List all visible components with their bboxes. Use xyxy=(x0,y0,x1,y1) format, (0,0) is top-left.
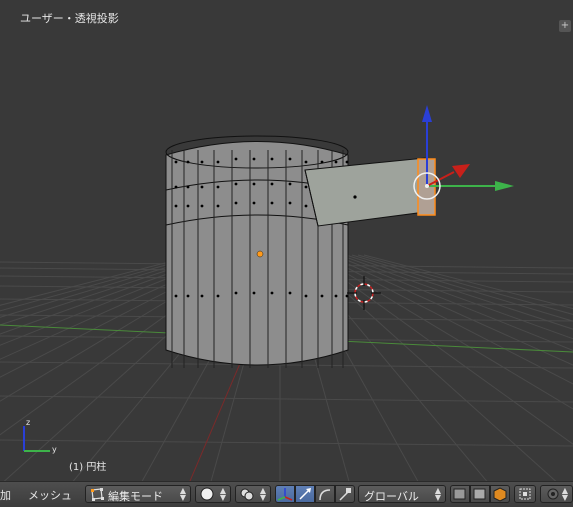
solid-shading-icon xyxy=(200,487,214,501)
pivot-point-selector[interactable]: ▲ ▼ xyxy=(235,485,271,503)
3d-viewport[interactable]: z y ユーザー・透視投影 + (1) 円柱 xyxy=(0,0,573,481)
chevron-updown-icon: ▲ ▼ xyxy=(434,486,441,502)
viewport-header: 加 メッシュ 編集モード ▲ ▼ ▲ ▼ ▲ ▼ グローバル ▲ ▼ ▲ ▼ xyxy=(0,481,573,507)
translate-arrow-icon xyxy=(299,488,311,500)
pivot-point-icon xyxy=(240,488,254,501)
layer-button-3[interactable] xyxy=(490,485,510,503)
orientation-selector-label: グローバル xyxy=(364,490,419,503)
face-select-icon xyxy=(493,487,507,502)
scale-icon xyxy=(339,488,351,501)
layer-button-2[interactable] xyxy=(470,485,490,503)
layer-button-1[interactable] xyxy=(450,485,470,503)
mode-selector-label: 編集モード xyxy=(108,490,163,503)
scale-manipulator-button[interactable] xyxy=(335,485,355,503)
active-object-name: (1) 円柱 xyxy=(69,462,107,473)
transform-orientation-selector[interactable]: グローバル ▲ ▼ xyxy=(358,485,446,503)
rotate-manipulator-button[interactable] xyxy=(315,485,335,503)
viewport-title: ユーザー・透視投影 xyxy=(20,12,119,25)
3d-cursor-icon[interactable] xyxy=(347,276,381,310)
mode-selector[interactable]: 編集モード ▲ ▼ xyxy=(85,485,191,503)
limit-selection-button[interactable] xyxy=(514,485,536,503)
add-menu[interactable]: 加 xyxy=(0,487,11,503)
chevron-updown-icon: ▲ ▼ xyxy=(179,486,186,502)
viewport-shading-selector[interactable]: ▲ ▼ xyxy=(195,485,231,503)
chevron-updown-icon: ▲ ▼ xyxy=(561,486,568,502)
chevron-updown-icon: ▲ ▼ xyxy=(259,486,266,502)
axis-label-y: y xyxy=(52,445,57,454)
manipulator-toggle-button[interactable] xyxy=(275,485,295,503)
transform-manipulator[interactable] xyxy=(413,105,514,200)
manipulator-icon xyxy=(277,488,293,501)
rotate-arc-icon xyxy=(319,489,331,501)
object-origin xyxy=(256,250,264,258)
vertex-select-icon xyxy=(453,488,466,500)
scene-canvas[interactable]: z y xyxy=(0,0,573,481)
cube-wire-icon xyxy=(519,488,531,500)
edit-mode-icon xyxy=(91,488,104,501)
edge-select-icon xyxy=(473,488,486,500)
proportional-edit-icon xyxy=(547,488,559,500)
proportional-edit-selector[interactable]: ▲ ▼ xyxy=(540,485,573,503)
axis-label-z: z xyxy=(26,418,30,427)
chevron-updown-icon: ▲ ▼ xyxy=(219,486,226,502)
translate-manipulator-button[interactable] xyxy=(295,485,315,503)
mesh-menu[interactable]: メッシュ xyxy=(28,487,72,503)
toolshelf-toggle-button[interactable]: + xyxy=(559,20,571,32)
